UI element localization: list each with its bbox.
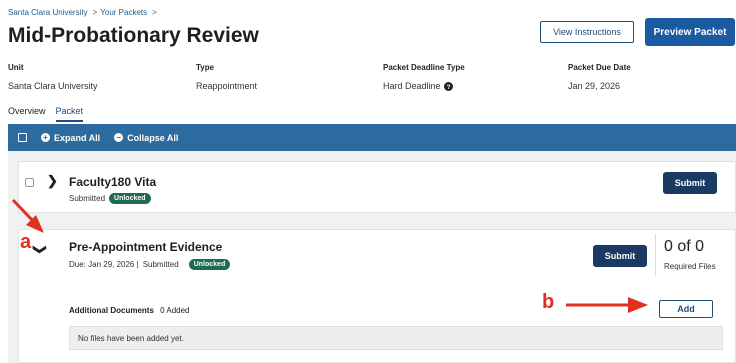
submit-button[interactable]: Submit (593, 245, 647, 267)
meta-value-due-date: Jan 29, 2026 (568, 81, 621, 91)
meta-value-type: Reappointment (196, 81, 258, 91)
breadcrumb-link-packets[interactable]: Your Packets (100, 8, 147, 17)
breadcrumb-separator: > (152, 8, 157, 17)
submit-button[interactable]: Submit (663, 172, 717, 194)
additional-documents-header: Additional Documents 0 Added (69, 306, 190, 315)
expand-all-button[interactable]: + Expand All (41, 133, 100, 143)
chevron-down-icon[interactable]: ❯ (33, 244, 48, 255)
page-title: Mid-Probationary Review (8, 24, 259, 47)
select-all-checkbox[interactable] (18, 133, 27, 142)
meta-label-deadline-type: Packet Deadline Type (383, 63, 465, 72)
status-badge-unlocked: Unlocked (188, 259, 231, 270)
tab-bar: Overview Packet (8, 106, 84, 122)
empty-files-message: No files have been added yet. (69, 326, 723, 350)
section-status: Submitted (69, 194, 106, 203)
section-status-line: Submitted Unlocked (69, 193, 151, 204)
section-title[interactable]: Faculty180 Vita (69, 175, 156, 189)
add-document-button[interactable]: Add (659, 300, 713, 318)
tab-overview[interactable]: Overview (8, 106, 46, 122)
divider (655, 234, 656, 276)
question-circle-icon[interactable]: ? (443, 81, 453, 91)
minus-circle-icon: − (114, 133, 124, 142)
chevron-right-icon[interactable]: ❯ (47, 174, 58, 187)
tab-packet[interactable]: Packet (55, 106, 84, 122)
collapse-all-label: Collapse All (127, 132, 179, 143)
annotation-label-a: a (20, 231, 32, 253)
section-title[interactable]: Pre-Appointment Evidence (69, 240, 222, 254)
preview-packet-button[interactable]: Preview Packet (645, 18, 735, 46)
section-card-pre-appointment-evidence: ❯ Pre-Appointment Evidence Due: Jan 29, … (18, 229, 736, 363)
required-files-label: Required Files (664, 262, 716, 271)
breadcrumb: Santa Clara University > Your Packets > (8, 8, 160, 17)
collapse-all-button[interactable]: − Collapse All (114, 133, 178, 143)
packet-toolbar: + Expand All − Collapse All (8, 124, 736, 151)
meta-value-unit: Santa Clara University (8, 81, 98, 91)
page: Santa Clara University > Your Packets > Mid… (0, 0, 736, 363)
annotation-label-b: b (542, 291, 555, 313)
meta-value-deadline-type: Hard Deadline ? (383, 81, 453, 91)
deadline-type-text: Hard Deadline (383, 81, 441, 91)
empty-files-text: No files have been added yet. (78, 333, 184, 343)
section-due-date: Due: Jan 29, 2026 | (69, 260, 139, 269)
svg-text:?: ? (446, 83, 450, 90)
section-checkbox[interactable] (25, 178, 34, 187)
additional-documents-label: Additional Documents (69, 306, 154, 315)
section-status-line: Due: Jan 29, 2026 | Submitted Unlocked (69, 259, 231, 270)
breadcrumb-separator: > (92, 8, 98, 17)
packet-sections-area: ❯ Faculty180 Vita Submitted Unlocked Sub… (8, 151, 736, 363)
meta-label-type: Type (196, 63, 215, 72)
required-files-count: 0 of 0 (664, 238, 705, 255)
meta-label-unit: Unit (8, 63, 24, 72)
view-instructions-button[interactable]: View Instructions (540, 21, 634, 43)
additional-documents-count: 0 Added (160, 306, 190, 315)
breadcrumb-link-university[interactable]: Santa Clara University (8, 8, 88, 17)
section-status: Submitted (142, 260, 179, 269)
plus-circle-icon: + (41, 133, 50, 142)
meta-label-due-date: Packet Due Date (568, 63, 631, 72)
status-badge-unlocked: Unlocked (109, 193, 151, 204)
section-card-faculty180-vita: ❯ Faculty180 Vita Submitted Unlocked Sub… (18, 161, 736, 213)
expand-all-label: Expand All (54, 132, 101, 143)
